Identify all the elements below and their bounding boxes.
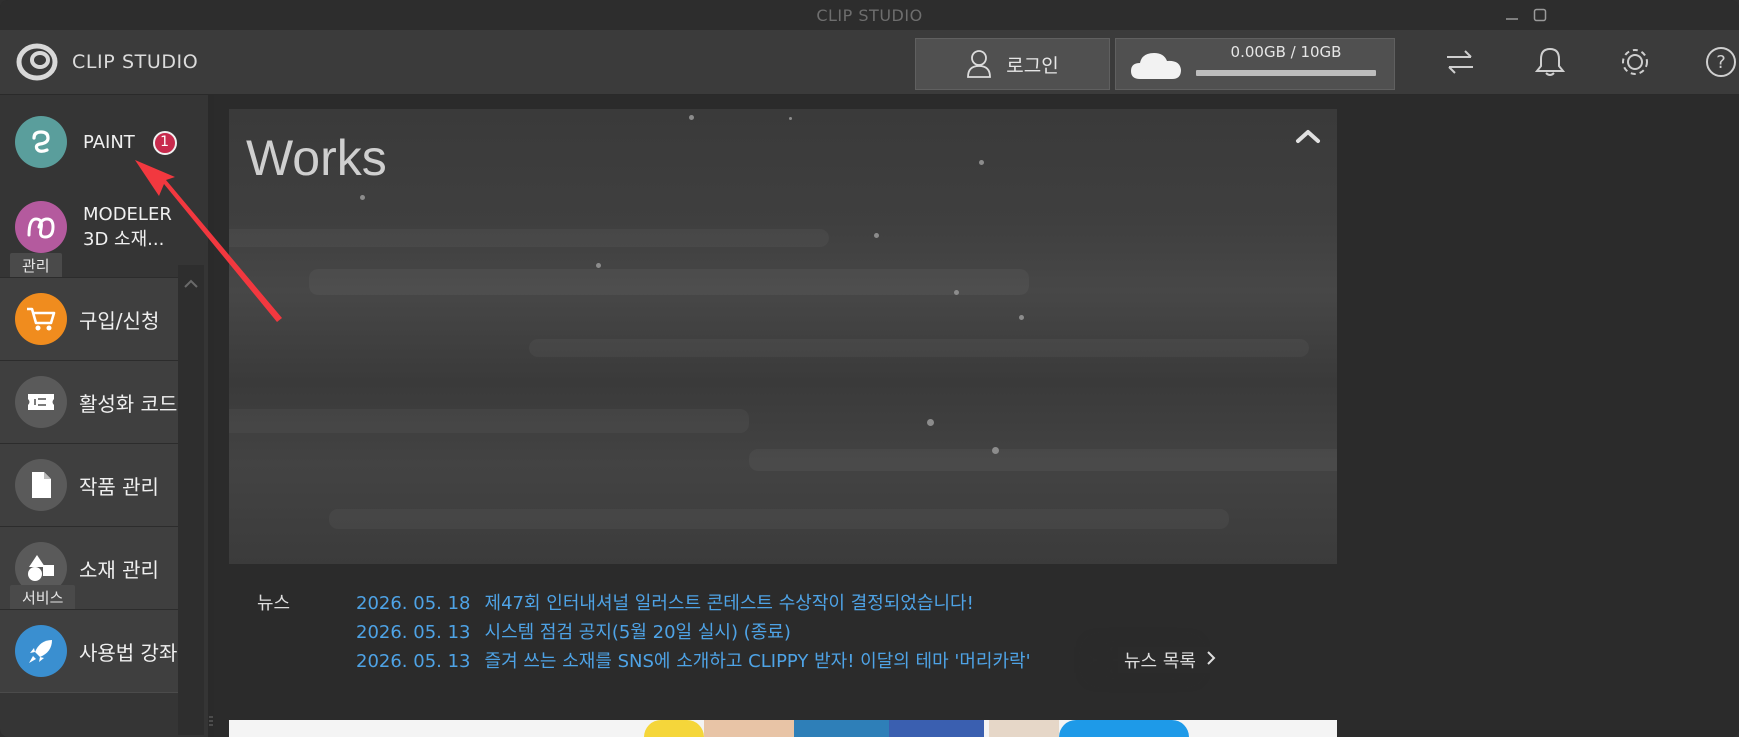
rocket-icon <box>15 625 67 677</box>
bell-icon[interactable] <box>1532 44 1568 80</box>
thumbnail <box>794 720 889 737</box>
news-heading: 뉴스 <box>257 593 291 614</box>
main-content: Works 뉴스 2026. 05. 18 제47회 인터내셔널 일러스트 콘테스… <box>214 95 1739 737</box>
thumbnail <box>644 720 704 737</box>
cart-icon <box>15 293 67 345</box>
cloud-icon <box>1130 49 1182 85</box>
banner-star <box>992 447 999 454</box>
title-bar: CLIP STUDIO <box>0 0 1739 31</box>
news-list-link[interactable]: 뉴스 목록 <box>1118 647 1216 673</box>
sidebar-app-paint[interactable]: PAINT 1 <box>0 102 200 182</box>
clip-studio-logo-icon <box>16 43 58 81</box>
help-icon[interactable]: ? <box>1703 44 1739 80</box>
storage-text: 0.00GB / 10GB <box>1230 43 1342 61</box>
svg-text:?: ? <box>1716 52 1726 73</box>
thumbnail <box>889 720 984 737</box>
sidebar-item-activation-code[interactable]: 활성화 코드 <box>0 360 178 444</box>
sidebar-item-label: 구입/신청 <box>79 308 160 333</box>
sidebar-item-label: 소재 관리 <box>79 557 159 582</box>
section-label-manage: 관리 <box>10 253 62 277</box>
paint-icon <box>15 116 67 168</box>
banner-cloud-streak <box>309 269 1029 295</box>
modeler-sublabel: 3D 소재... <box>83 229 165 250</box>
works-banner[interactable]: Works <box>229 109 1337 564</box>
modeler-icon <box>15 201 67 253</box>
thumbnail <box>989 720 1059 737</box>
window-title: CLIP STUDIO <box>816 5 923 25</box>
paint-label: PAINT <box>83 131 135 153</box>
banner-star <box>979 160 984 165</box>
sidebar-scrollbar[interactable] <box>178 265 204 735</box>
news-text: 즐겨 쓰는 소재를 SNS에 소개하고 CLIPPY 받자! 이달의 테마 '머… <box>484 651 1031 672</box>
banner-star <box>596 263 601 268</box>
top-bar: CLIP STUDIO 로그인 0.00GB / 10GB ? <box>0 30 1739 95</box>
notification-badge: 1 <box>152 130 177 155</box>
sidebar-item-label: 사용법 강좌 <box>79 640 178 665</box>
collapse-chevron-up-icon[interactable] <box>1293 121 1323 151</box>
banner-star <box>927 419 934 426</box>
cloud-storage-indicator[interactable]: 0.00GB / 10GB <box>1115 38 1395 90</box>
login-button[interactable]: 로그인 <box>915 38 1110 90</box>
clip-studio-logo: CLIP STUDIO <box>16 42 198 82</box>
section-label-service: 서비스 <box>10 585 76 609</box>
banner-cloud-streak <box>529 339 1309 357</box>
news-list-label: 뉴스 목록 <box>1124 651 1196 672</box>
banner-cloud-streak <box>229 229 829 247</box>
chevron-right-icon <box>1206 650 1216 671</box>
news-section: 뉴스 2026. 05. 18 제47회 인터내셔널 일러스트 콘테스트 수상작이… <box>229 581 1337 681</box>
sidebar-item-tutorials[interactable]: 사용법 강좌 <box>0 609 178 693</box>
banner-star <box>360 195 365 200</box>
news-item[interactable]: 2026. 05. 18 제47회 인터내셔널 일러스트 콘테스트 수상작이 결정… <box>356 589 974 615</box>
grip-icon <box>209 716 213 726</box>
clip-studio-window: CLIP STUDIO CLIP STUDIO 로그인 0.00GB / 10G… <box>0 0 1739 737</box>
sidebar-item-works[interactable]: 작품 관리 <box>0 443 178 527</box>
banner-cloud-streak <box>749 449 1337 471</box>
banner-star <box>954 290 959 295</box>
news-text: 제47회 인터내셔널 일러스트 콘테스트 수상작이 결정되었습니다! <box>484 593 974 614</box>
minimize-button[interactable] <box>1502 6 1522 24</box>
modeler-label: MODELER <box>83 204 172 225</box>
sidebar-item-label: 활성화 코드 <box>79 391 178 416</box>
news-item[interactable]: 2026. 05. 13 즐겨 쓰는 소재를 SNS에 소개하고 CLIPPY 받… <box>356 647 1031 673</box>
news-date: 2026. 05. 13 <box>356 622 471 643</box>
banner-star <box>689 115 694 120</box>
sync-icon[interactable] <box>1442 44 1478 80</box>
thumbnail <box>1059 720 1189 737</box>
document-icon <box>15 459 67 511</box>
news-item[interactable]: 2026. 05. 13 시스템 점검 공지(5월 20일 실시) (종료) <box>356 618 791 644</box>
login-label: 로그인 <box>1006 54 1059 77</box>
banner-star <box>789 117 792 120</box>
thumbnail <box>704 720 794 737</box>
banner-star <box>1019 315 1024 320</box>
banner-title: Works <box>246 130 387 186</box>
banner-star <box>874 233 879 238</box>
sidebar-item-purchase[interactable]: 구입/신청 <box>0 277 178 361</box>
ticket-icon <box>15 376 67 428</box>
gear-icon[interactable] <box>1617 44 1653 80</box>
scroll-up-arrow-icon[interactable] <box>178 272 204 296</box>
news-date: 2026. 05. 18 <box>356 593 471 614</box>
news-date: 2026. 05. 13 <box>356 651 471 672</box>
news-text: 시스템 점검 공지(5월 20일 실시) (종료) <box>484 622 791 643</box>
storage-progress-bar <box>1196 70 1376 76</box>
user-icon <box>966 49 992 79</box>
sidebar: PAINT 1 MODELER 3D 소재... 관리 구입/신청 활성화 코드… <box>0 95 209 737</box>
featured-thumbnails-strip[interactable] <box>229 720 1337 737</box>
sidebar-item-label: 작품 관리 <box>79 474 159 499</box>
maximize-button[interactable] <box>1530 6 1550 24</box>
banner-cloud-streak <box>329 509 1229 529</box>
banner-cloud-streak <box>229 409 749 433</box>
logo-text: CLIP STUDIO <box>72 51 199 73</box>
